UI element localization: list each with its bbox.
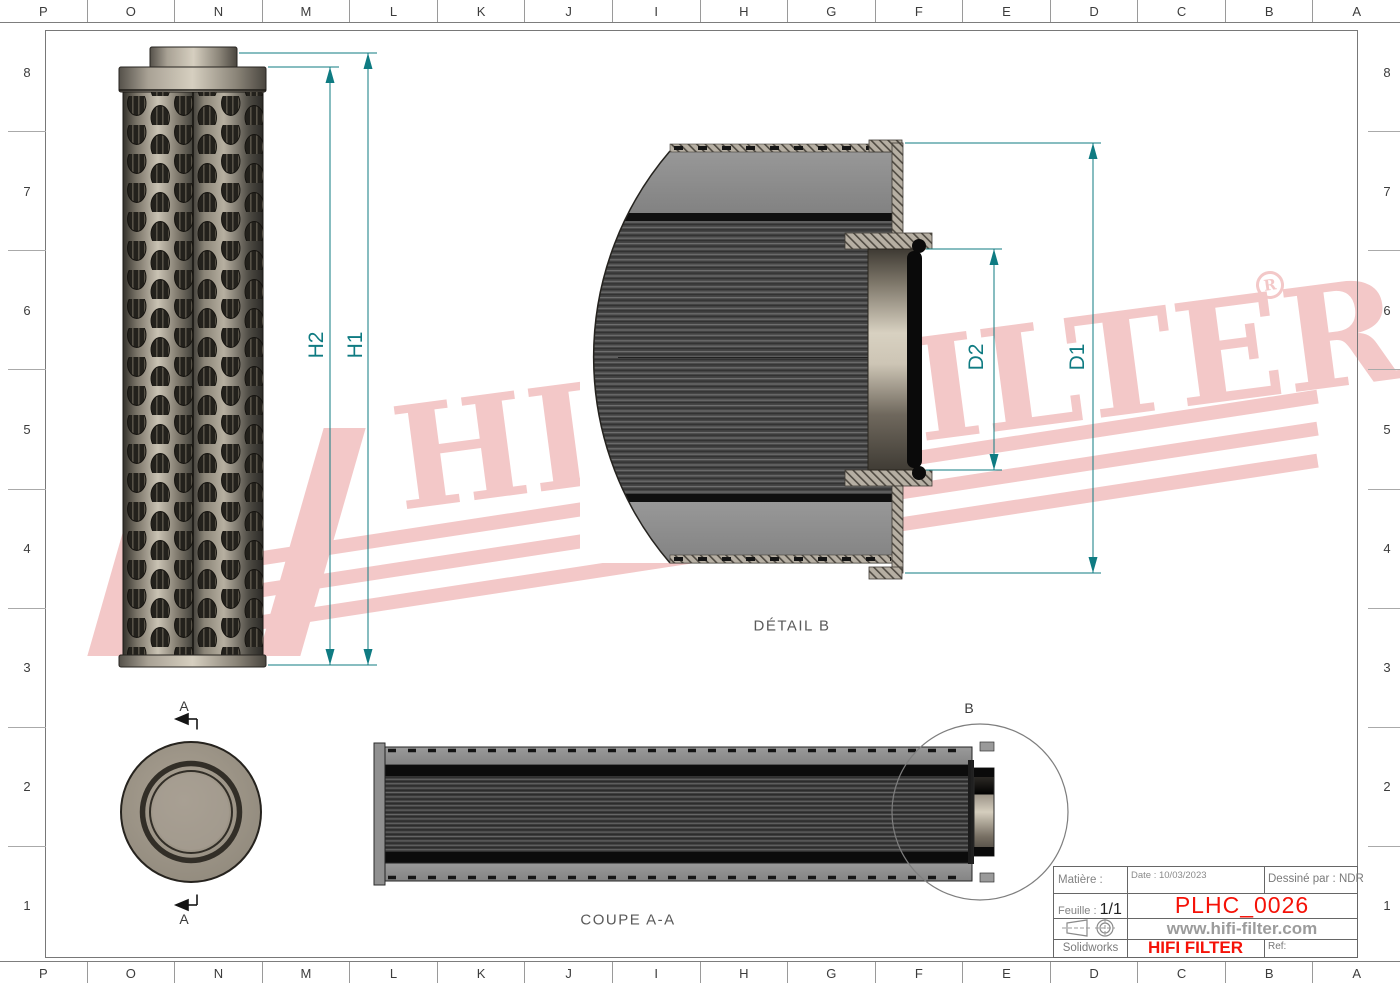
grid-number: 1 (1368, 847, 1400, 965)
projection-symbol-icon (1061, 919, 1121, 938)
grid-number: 5 (1368, 370, 1400, 489)
detail-marker-b: B (964, 700, 973, 716)
grid-letter: H (701, 962, 789, 983)
section-marker-a-top: A (179, 698, 188, 714)
grid-letter: F (876, 962, 964, 983)
grid-letter: K (438, 0, 526, 22)
grid-letter: K (438, 962, 526, 983)
dimension-d1: D1 (1066, 344, 1090, 371)
grid-letter: H (701, 0, 789, 22)
grid-number: 2 (1368, 728, 1400, 847)
title-block: Matière : Date : 10/03/2023 Dessiné par … (1053, 866, 1358, 958)
top-view-drawing (100, 695, 290, 930)
website-text: www.hifi-filter.com (1127, 918, 1357, 939)
dimension-d2: D2 (965, 344, 989, 371)
software-label: Solidworks (1054, 939, 1127, 957)
title-block-divider (1264, 867, 1265, 893)
coupe-aa-view-drawing (370, 700, 1080, 915)
date-label: Date : 10/03/2023 (1131, 870, 1207, 881)
title-block-divider (1264, 939, 1265, 957)
grid-number: 3 (1368, 609, 1400, 728)
grid-letter: E (963, 962, 1051, 983)
grid-number: 4 (1368, 490, 1400, 609)
coupe-aa-label: COUPE A-A (580, 912, 675, 929)
drawn-by-label: Dessiné par : NDR (1268, 873, 1364, 885)
grid-letter: D (1051, 0, 1139, 22)
grid-number: 8 (8, 13, 46, 132)
grid-letter: D (1051, 962, 1139, 983)
grid-number: 1 (8, 847, 46, 965)
grid-letter: O (88, 0, 176, 22)
grid-letter: I (613, 0, 701, 22)
grid-letter: J (525, 0, 613, 22)
grid-letter: G (788, 962, 876, 983)
grid-letter: B (1226, 962, 1314, 983)
grid-number: 7 (1368, 132, 1400, 251)
grid-letter: J (525, 962, 613, 983)
dimension-h1: H1 (344, 332, 368, 359)
grid-number: 3 (8, 609, 46, 728)
grid-number: 5 (8, 370, 46, 489)
grid-top: PONMLKJIHGFEDCBA (0, 0, 1400, 23)
grid-letter: C (1138, 0, 1226, 22)
sheet-number: 1/1 (1100, 901, 1122, 918)
grid-letter: B (1226, 0, 1314, 22)
grid-letter: G (788, 0, 876, 22)
dimension-h2: H2 (305, 332, 329, 359)
grid-letter: A (1313, 962, 1400, 983)
grid-bottom: PONMLKJIHGFEDCBA (0, 961, 1400, 983)
grid-number: 7 (8, 132, 46, 251)
front-view-drawing (80, 40, 400, 680)
grid-right: 87654321 (1368, 13, 1400, 965)
grid-letter: I (613, 962, 701, 983)
grid-number: 2 (8, 728, 46, 847)
grid-number: 4 (8, 490, 46, 609)
sheet-label: Feuille : 1/1 (1058, 901, 1122, 919)
grid-letter: M (263, 962, 351, 983)
material-label: Matière : (1058, 874, 1103, 886)
grid-number: 8 (1368, 13, 1400, 132)
detail-b-view-drawing (580, 135, 1110, 635)
section-marker-a-bottom: A (179, 911, 188, 927)
brand-name: HIFI FILTER (1127, 939, 1264, 957)
grid-letter: L (350, 0, 438, 22)
grid-letter: C (1138, 962, 1226, 983)
grid-number: 6 (8, 251, 46, 370)
grid-number: 6 (1368, 251, 1400, 370)
grid-letter: M (263, 0, 351, 22)
grid-letter: L (350, 962, 438, 983)
grid-letter: O (88, 962, 176, 983)
grid-left: 87654321 (8, 13, 46, 965)
grid-letter: N (175, 962, 263, 983)
sheet-label-text: Feuille : (1058, 905, 1097, 917)
grid-letter: E (963, 0, 1051, 22)
drawing-sheet: HIFI FILTER R PONMLKJIHGFEDCBA PONMLKJIH… (0, 0, 1400, 983)
part-number: PLHC_0026 (1127, 893, 1357, 918)
grid-letter: P (0, 962, 88, 983)
detail-b-label: DÉTAIL B (753, 618, 830, 635)
reference-label: Ref: (1268, 941, 1286, 952)
grid-letter: F (876, 0, 964, 22)
grid-letter: N (175, 0, 263, 22)
